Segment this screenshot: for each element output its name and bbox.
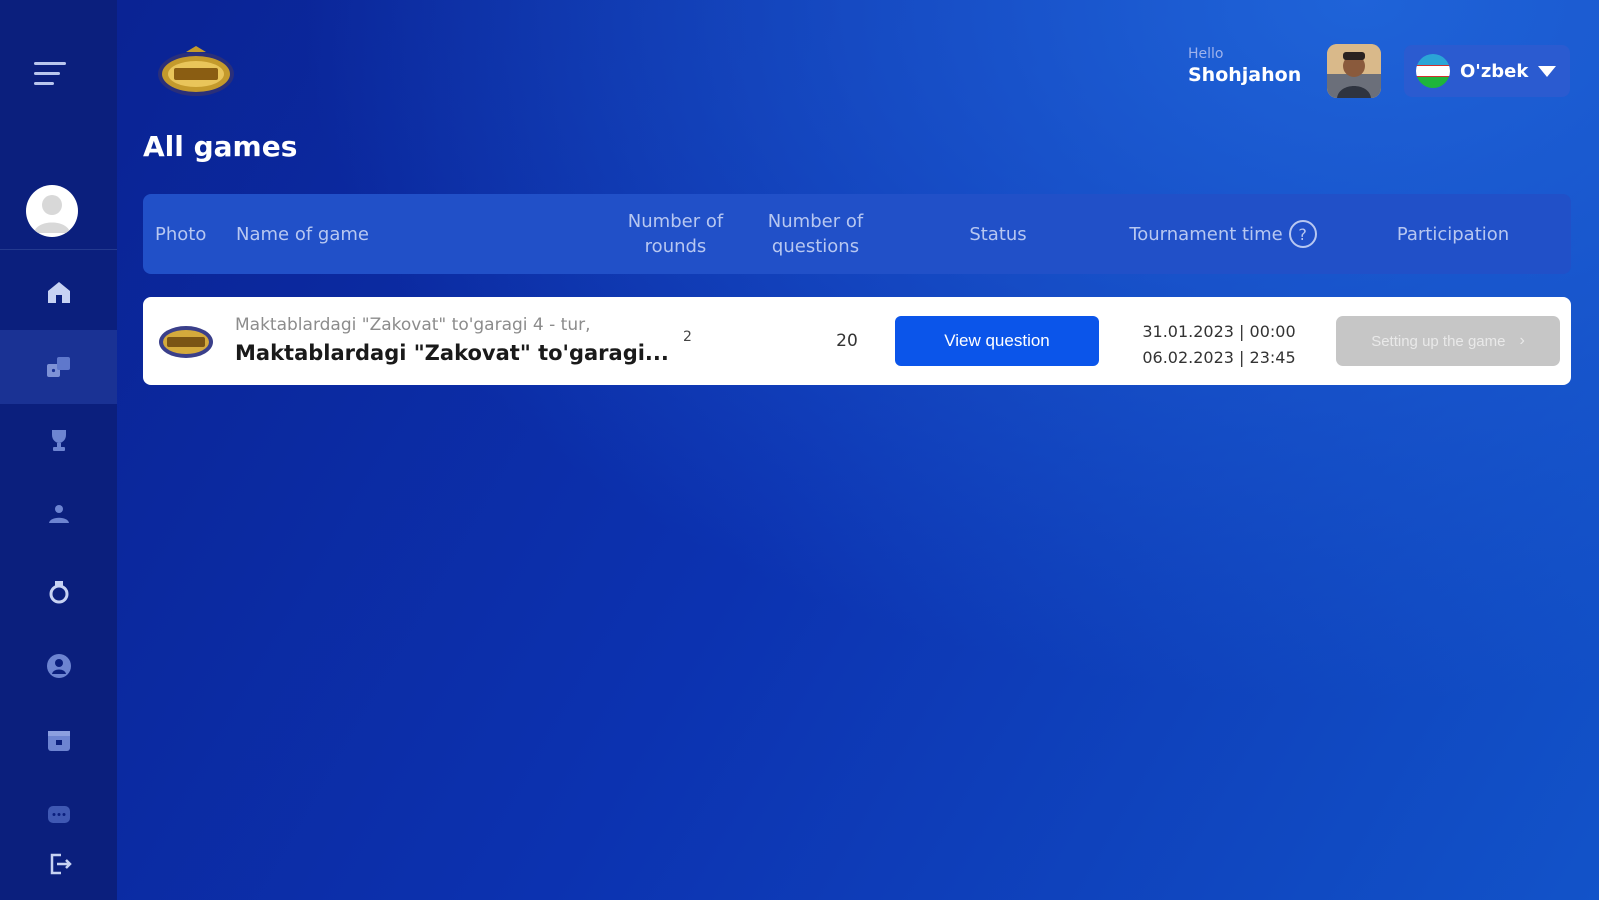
menu-icon[interactable] [30, 58, 70, 92]
view-question-button[interactable]: View question [895, 316, 1099, 366]
game-questions: 20 [836, 331, 858, 351]
column-participation: Participation [1396, 223, 1510, 245]
sidebar-item-profile[interactable] [0, 636, 117, 696]
sidebar-item-games[interactable] [0, 330, 117, 404]
game-name: Maktablardagi "Zakovat" to'garagi... [235, 341, 669, 365]
zakovat-logo[interactable] [156, 44, 236, 100]
logout-icon [50, 853, 72, 875]
language-selector[interactable]: O'zbek [1404, 45, 1570, 97]
participation-label: Setting up the game [1371, 332, 1506, 350]
time-end: 06.02.2023 | 23:45 [1142, 348, 1296, 367]
chevron-right-icon: › [1519, 332, 1525, 349]
sidebar [0, 0, 117, 900]
column-photo: Photo [155, 223, 207, 245]
column-status: Status [969, 223, 1027, 245]
sidebar-avatar[interactable] [26, 185, 78, 237]
column-name: Name of game [236, 223, 369, 245]
team-icon [48, 505, 69, 523]
table-row[interactable]: Maktablardagi "Zakovat" to'garagi 4 - tu… [143, 297, 1571, 385]
chevron-down-icon [1538, 65, 1556, 77]
game-subtitle: Maktablardagi "Zakovat" to'garagi 4 - tu… [235, 315, 591, 335]
sidebar-item-rating[interactable] [0, 410, 117, 470]
username: Shohjahon [1188, 64, 1302, 86]
help-icon[interactable]: ? [1288, 220, 1317, 248]
participation-button[interactable]: Setting up the game › [1336, 316, 1560, 366]
trophy-icon [51, 430, 66, 451]
sidebar-item-awards[interactable] [0, 562, 117, 622]
game-thumbnail [157, 317, 215, 365]
tournament-time: 31.01.2023 | 00:00 06.02.2023 | 23:45 [1129, 319, 1309, 371]
home-icon [47, 282, 70, 303]
time-start: 31.01.2023 | 00:00 [1142, 322, 1296, 341]
greeting: Hello Shohjahon [1188, 46, 1301, 86]
hello-label: Hello [1188, 46, 1224, 62]
sidebar-item-home[interactable] [0, 262, 117, 322]
language-label: O'zbek [1460, 60, 1529, 82]
column-rounds: Number of rounds [627, 211, 724, 257]
uzbekistan-flag-icon [1416, 54, 1450, 88]
sidebar-divider [0, 249, 117, 250]
games-icon [46, 357, 70, 377]
sidebar-item-teams[interactable] [0, 484, 117, 544]
sidebar-item-logout[interactable] [0, 834, 117, 894]
user-icon [46, 654, 71, 678]
sidebar-item-calendar[interactable] [0, 710, 117, 770]
chat-icon [47, 806, 70, 823]
page-title: All games [143, 130, 298, 163]
calendar-icon [47, 731, 70, 751]
table-header: Photo Name of game Number of rounds Numb… [143, 194, 1571, 274]
user-avatar[interactable] [1327, 44, 1381, 98]
medal-icon [49, 581, 68, 604]
column-questions: Number of questions [767, 211, 864, 257]
game-rounds: 2 [683, 329, 692, 345]
column-time: Tournament time ? [1108, 194, 1338, 274]
